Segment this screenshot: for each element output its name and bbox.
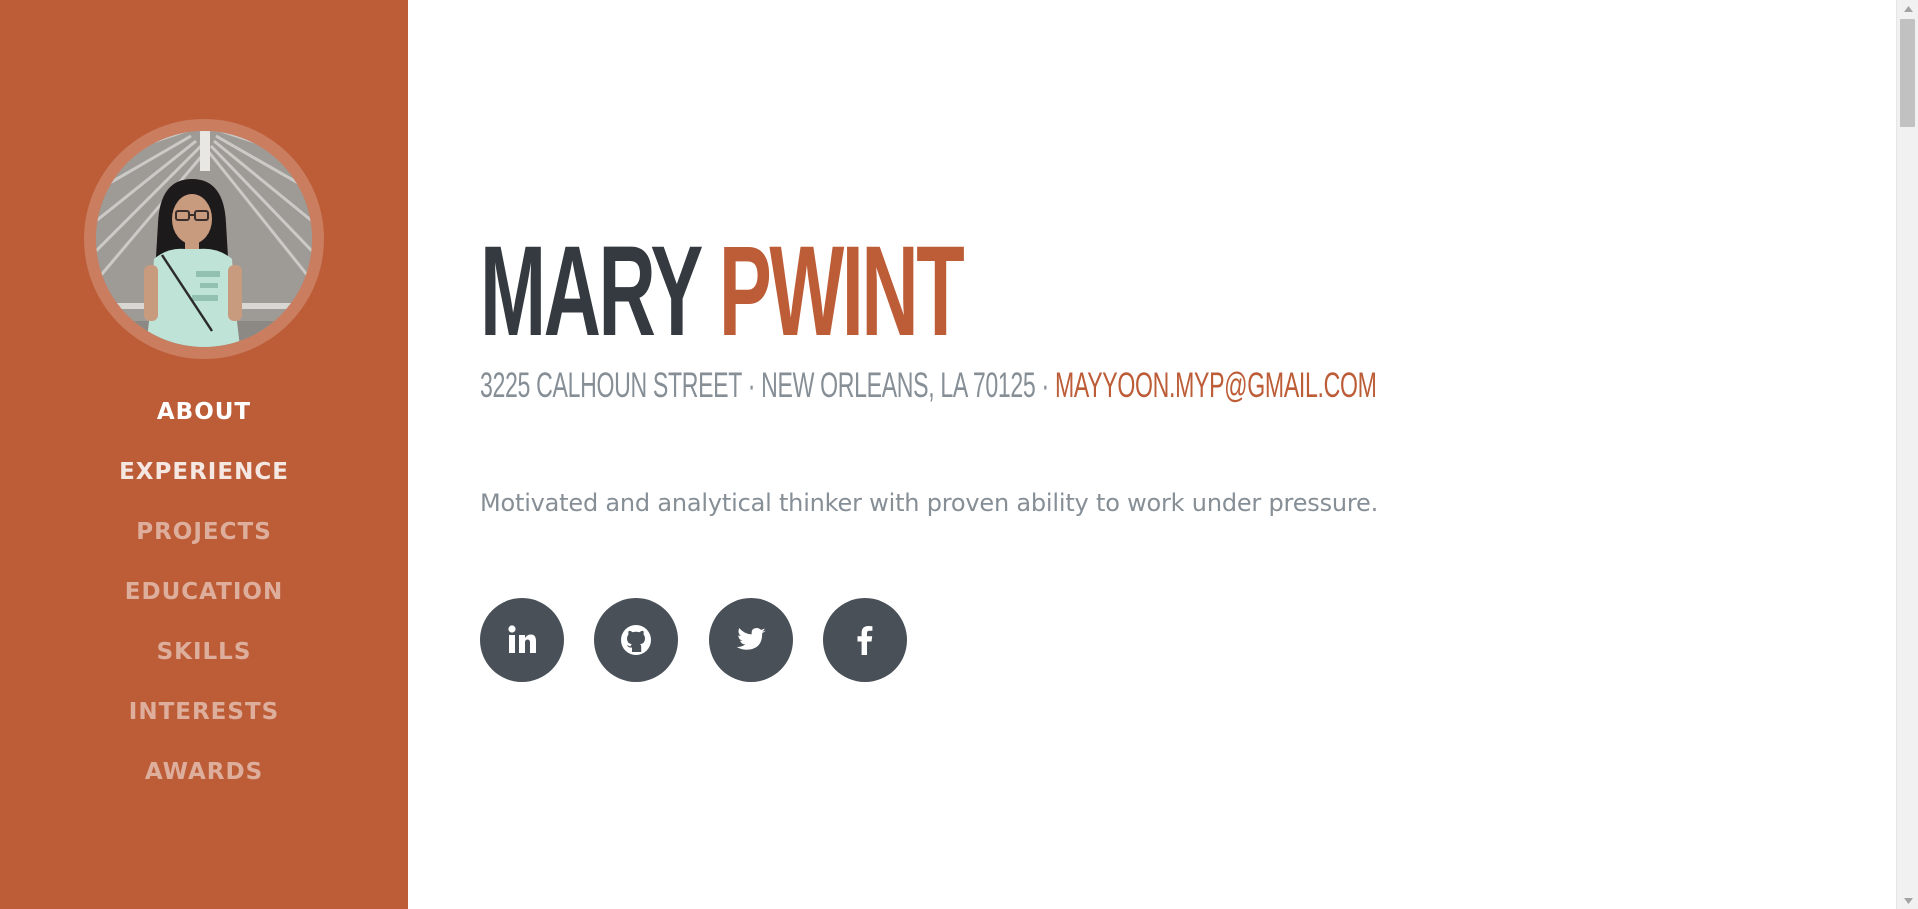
facebook-button[interactable]: [823, 598, 907, 682]
scroll-down-button[interactable]: [1897, 892, 1918, 909]
github-icon: [621, 625, 651, 655]
nav-item-skills[interactable]: SKILLS: [0, 622, 408, 682]
last-name: PWINT: [718, 220, 965, 363]
twitter-icon: [736, 628, 766, 650]
arrow-down-icon: [1903, 897, 1913, 904]
linkedin-icon: [508, 625, 536, 653]
email-link[interactable]: MAYYOON.MYP@GMAIL.COM: [1055, 366, 1377, 405]
nav-item-experience[interactable]: EXPERIENCE: [0, 442, 408, 502]
linkedin-button[interactable]: [480, 598, 564, 682]
facebook-icon: [857, 626, 873, 655]
page-title: MARY PWINT: [480, 220, 965, 363]
twitter-button[interactable]: [709, 598, 793, 682]
arrow-up-icon: [1903, 5, 1913, 12]
nav-item-interests[interactable]: INTERESTS: [0, 682, 408, 742]
address-text: 3225 CALHOUN STREET · NEW ORLEANS, LA 70…: [480, 366, 1055, 405]
first-name: MARY: [480, 220, 702, 363]
vertical-scrollbar[interactable]: [1896, 0, 1918, 909]
scroll-up-button[interactable]: [1897, 0, 1918, 17]
nav-item-about[interactable]: ABOUT: [0, 382, 408, 442]
sidebar: ABOUT EXPERIENCE PROJECTS EDUCATION SKIL…: [0, 0, 408, 909]
about-lead: Motivated and analytical thinker with pr…: [480, 489, 1379, 517]
main-content: MARY PWINT 3225 CALHOUN STREET · NEW ORL…: [408, 0, 1896, 909]
profile-photo-image: [96, 131, 312, 347]
nav-item-education[interactable]: EDUCATION: [0, 562, 408, 622]
github-button[interactable]: [594, 598, 678, 682]
nav-item-awards[interactable]: AWARDS: [0, 742, 408, 802]
profile-photo: [96, 131, 312, 347]
contact-line: 3225 CALHOUN STREET · NEW ORLEANS, LA 70…: [480, 366, 1377, 406]
nav-item-projects[interactable]: PROJECTS: [0, 502, 408, 562]
scrollbar-thumb[interactable]: [1900, 19, 1915, 127]
sidebar-nav: ABOUT EXPERIENCE PROJECTS EDUCATION SKIL…: [0, 382, 408, 802]
avatar[interactable]: [84, 119, 324, 359]
